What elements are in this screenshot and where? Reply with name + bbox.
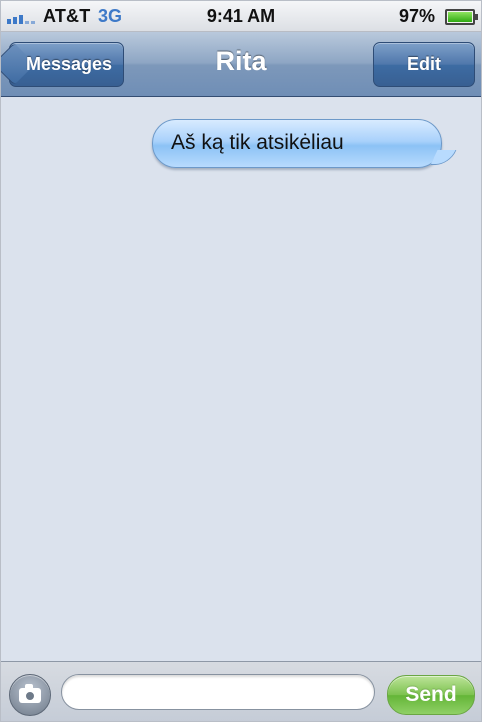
message-text: Aš ką tik atsikėliau <box>171 131 344 154</box>
camera-lens <box>25 691 35 701</box>
back-button-label: Messages <box>26 54 113 74</box>
battery-fill <box>448 12 472 22</box>
message-text-input[interactable] <box>61 674 375 710</box>
battery-percentage: 97% <box>399 6 436 26</box>
camera-icon <box>19 684 41 703</box>
send-button[interactable]: Send <box>387 675 475 715</box>
message-thread[interactable]: Aš ką tik atsikėliau <box>1 97 481 659</box>
phone-screen: AT&T 3G 9:41 AM 97% Messages Rita Edit A… <box>0 0 482 722</box>
camera-button[interactable] <box>9 674 51 716</box>
status-bar: AT&T 3G 9:41 AM 97% <box>1 1 481 32</box>
outgoing-message-bubble[interactable]: Aš ką tik atsikėliau <box>152 119 442 168</box>
navigation-bar: Messages Rita Edit <box>1 32 481 97</box>
battery-icon <box>445 9 478 25</box>
message-input-bar: Send <box>1 661 481 721</box>
edit-button[interactable]: Edit <box>373 42 475 87</box>
